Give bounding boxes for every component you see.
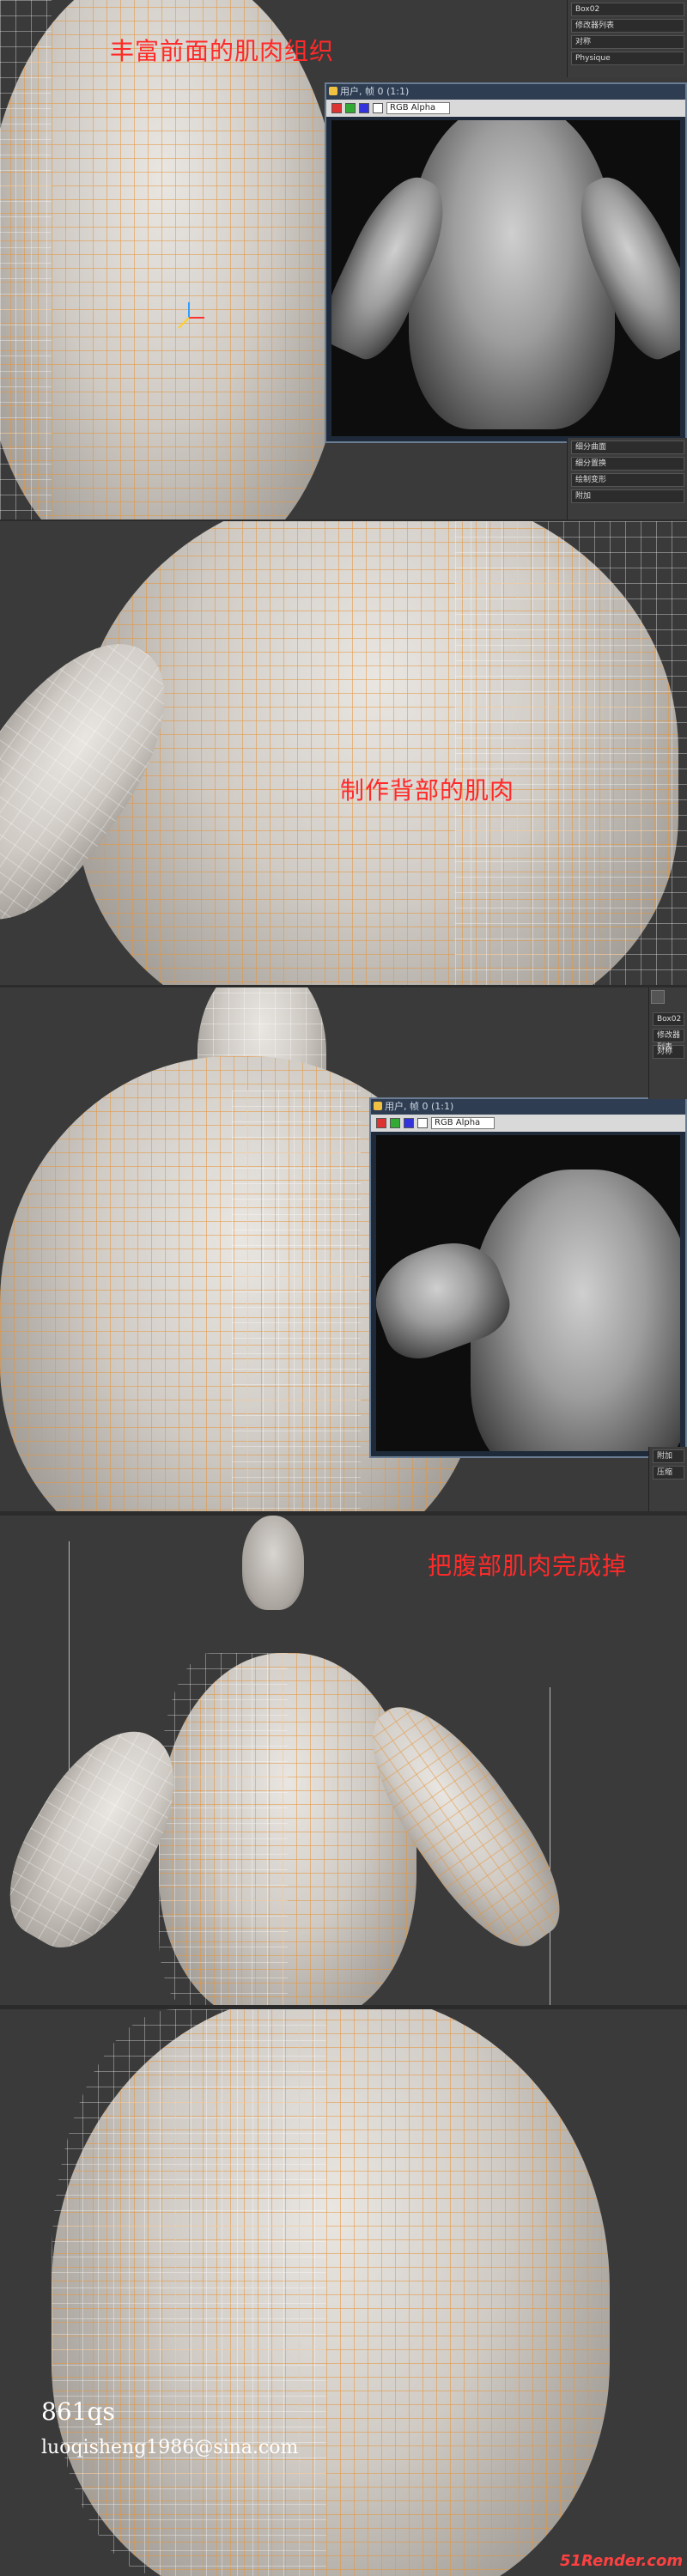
site-watermark: 51Render.com [560, 2552, 684, 2570]
render-window-title-back[interactable]: 用户, 帧 0 (1:1) [371, 1099, 685, 1115]
app-icon [329, 87, 337, 95]
blue-channel-icon[interactable] [404, 1118, 414, 1128]
viewport-panel-back-detail[interactable]: 用户, 帧 0 (1:1) RGB Alpha Box02 修改器列表 对称 附… [0, 987, 687, 1511]
caption-front-muscles: 丰富前面的肌肉组织 [110, 37, 335, 65]
render-toolbar: RGB Alpha [326, 100, 685, 117]
render-toolbar-back: RGB Alpha [371, 1115, 685, 1132]
red-channel-icon[interactable] [331, 103, 342, 113]
object-name-field[interactable]: Box02 [571, 3, 684, 16]
caption-abdomen: 把腹部肌肉完成掉 [428, 1552, 628, 1580]
modify-icon[interactable] [651, 990, 665, 1004]
transform-gizmo-icon[interactable] [172, 301, 206, 335]
command-panel-third-bottom: 附加 压缩 [648, 1447, 687, 1511]
modifier-list-dropdown[interactable]: 修改器列表 [571, 19, 684, 33]
render-view-back [376, 1135, 680, 1451]
modifier-symmetry-third[interactable]: 对称 [653, 1045, 684, 1059]
app-icon [374, 1102, 382, 1110]
final-left-wireframe [52, 2009, 326, 2576]
head-model [242, 1516, 304, 1610]
command-panel-top: Box02 修改器列表 对称 Physique [567, 0, 687, 77]
modifier-physique[interactable]: Physique [571, 52, 684, 65]
viewport-panel-front[interactable]: 丰富前面的肌肉组织 用户, 帧 0 (1:1) RGB Alpha Box02 … [0, 0, 687, 519]
render-view-front [331, 120, 680, 436]
render-window-back[interactable]: 用户, 帧 0 (1:1) RGB Alpha [369, 1097, 687, 1458]
compress-button-third[interactable]: 压缩 [653, 1466, 684, 1479]
command-panel-mid: 细分曲面 细分置换 绘制变形 附加 [567, 438, 687, 519]
author-watermark: 861qs [41, 2397, 115, 2426]
modifier-symmetry[interactable]: 对称 [571, 35, 684, 49]
viewport-panel-back[interactable]: 制作背部的肌肉 [0, 521, 687, 985]
viewport-panel-final[interactable]: 861qs luoqisheng1986@sina.com 51Render.c… [0, 2009, 687, 2576]
green-channel-icon[interactable] [390, 1118, 400, 1128]
subdiv-surface-rollout[interactable]: 细分曲面 [571, 440, 684, 454]
render-window-front[interactable]: 用户, 帧 0 (1:1) RGB Alpha [325, 82, 687, 443]
render-window-title[interactable]: 用户, 帧 0 (1:1) [326, 84, 685, 100]
paint-deform-rollout[interactable]: 绘制变形 [571, 473, 684, 487]
blue-channel-icon[interactable] [359, 103, 369, 113]
viewport-panel-abdomen[interactable]: 把腹部肌肉完成掉 [0, 1516, 687, 2005]
green-channel-icon[interactable] [345, 103, 356, 113]
modifier-list-third[interactable]: 修改器列表 [653, 1029, 684, 1052]
mono-channel-icon[interactable] [417, 1118, 428, 1128]
channel-select-back[interactable]: RGB Alpha [431, 1117, 495, 1129]
object-name-field-third[interactable]: Box02 [653, 1012, 684, 1026]
subdiv-displacement-rollout[interactable]: 细分置换 [571, 457, 684, 471]
torso-front-mesh [0, 0, 344, 519]
mono-channel-icon[interactable] [373, 103, 383, 113]
back-detail-right-wireframe [232, 1091, 361, 1511]
attach-button[interactable]: 附加 [571, 489, 684, 503]
back-right-wireframe [455, 521, 687, 985]
red-channel-icon[interactable] [376, 1118, 386, 1128]
abdomen-left-wireframe [159, 1653, 288, 2005]
rendered-torso-front [409, 120, 615, 429]
caption-back-muscles: 制作背部的肌肉 [340, 776, 515, 805]
torso-left-wireframe [0, 0, 52, 519]
email-watermark: luoqisheng1986@sina.com [41, 2437, 299, 2458]
attach-button-third[interactable]: 附加 [653, 1449, 684, 1463]
command-panel-third: Box02 修改器列表 对称 [648, 987, 687, 1099]
channel-select[interactable]: RGB Alpha [386, 102, 451, 114]
